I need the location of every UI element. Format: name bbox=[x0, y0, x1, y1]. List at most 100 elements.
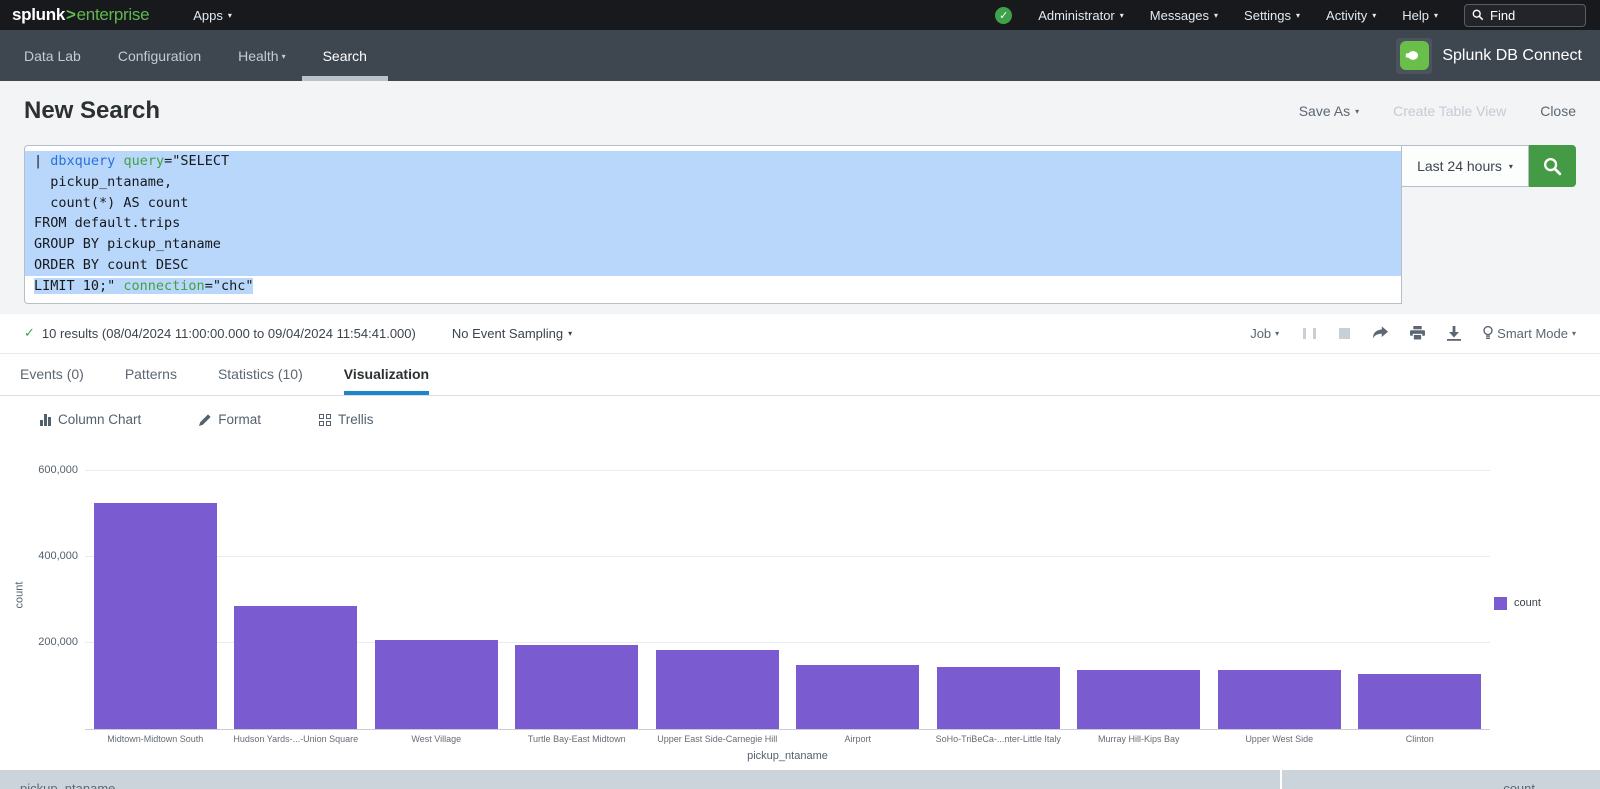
app-nav-bar: Data Lab Configuration Health ▾ Search S… bbox=[0, 30, 1600, 81]
print-icon[interactable] bbox=[1410, 326, 1425, 340]
nav-label: Search bbox=[323, 48, 367, 64]
apps-menu-label: Apps bbox=[193, 8, 223, 23]
messages-menu[interactable]: Messages ▾ bbox=[1150, 8, 1218, 23]
tab-patterns[interactable]: Patterns bbox=[125, 354, 177, 395]
x-axis-tick-label: Midtown-Midtown South bbox=[85, 734, 226, 744]
user-menu-label: Administrator bbox=[1038, 8, 1115, 23]
search-mode-label: Smart Mode bbox=[1497, 326, 1568, 341]
chart-legend[interactable]: count bbox=[1494, 597, 1541, 610]
bar[interactable] bbox=[375, 640, 498, 729]
nav-item-health[interactable]: Health ▾ bbox=[238, 30, 285, 81]
top-system-bar: splunk > enterprise Apps ▾ ✓ Administrat… bbox=[0, 0, 1600, 30]
nav-item-configuration[interactable]: Configuration bbox=[118, 30, 201, 81]
create-table-view-label: Create Table View bbox=[1393, 103, 1506, 119]
lightbulb-icon bbox=[1483, 326, 1493, 340]
bar[interactable] bbox=[796, 665, 919, 729]
nav-item-data-lab[interactable]: Data Lab bbox=[24, 30, 81, 81]
app-identity[interactable]: Splunk DB Connect bbox=[1396, 30, 1582, 81]
page-title: New Search bbox=[24, 97, 160, 125]
tab-label: Events (0) bbox=[20, 366, 84, 382]
messages-menu-label: Messages bbox=[1150, 8, 1209, 23]
close-button[interactable]: Close bbox=[1540, 103, 1576, 119]
search-mode-dropdown[interactable]: Smart Mode ▾ bbox=[1483, 326, 1576, 341]
bar[interactable] bbox=[656, 650, 779, 729]
export-download-icon[interactable] bbox=[1447, 326, 1461, 341]
bar[interactable] bbox=[94, 503, 217, 728]
settings-menu[interactable]: Settings ▾ bbox=[1244, 8, 1300, 23]
bar[interactable] bbox=[515, 645, 638, 729]
help-menu-label: Help bbox=[1402, 8, 1429, 23]
chevron-down-icon: ▾ bbox=[1372, 12, 1376, 20]
column-header-count[interactable]: count bbox=[1282, 770, 1600, 789]
settings-menu-label: Settings bbox=[1244, 8, 1291, 23]
trellis-button[interactable]: Trellis bbox=[319, 412, 374, 427]
chevron-down-icon: ▾ bbox=[1120, 12, 1124, 20]
stop-job-icon[interactable] bbox=[1339, 328, 1350, 339]
results-status-text: 10 results (08/04/2024 11:00:00.000 to 0… bbox=[42, 326, 416, 341]
chevron-down-icon: ▾ bbox=[1296, 12, 1300, 20]
chart-type-label: Column Chart bbox=[58, 412, 141, 427]
tab-statistics[interactable]: Statistics (10) bbox=[218, 354, 303, 395]
column-chart: 200,000400,000600,000countMidtown-Midtow… bbox=[0, 450, 1600, 762]
query-line: pickup_ntaname, bbox=[25, 172, 1401, 193]
trellis-label: Trellis bbox=[338, 412, 374, 427]
chevron-down-icon: ▾ bbox=[282, 53, 286, 61]
time-range-label: Last 24 hours bbox=[1417, 158, 1502, 174]
find-search-box[interactable] bbox=[1464, 4, 1586, 27]
nav-label: Health bbox=[238, 48, 278, 64]
event-sampling-dropdown[interactable]: No Event Sampling ▾ bbox=[452, 326, 572, 341]
activity-menu[interactable]: Activity ▾ bbox=[1326, 8, 1376, 23]
search-icon bbox=[1472, 9, 1484, 21]
event-sampling-label: No Event Sampling bbox=[452, 326, 563, 341]
format-label: Format bbox=[218, 412, 261, 427]
bar[interactable] bbox=[1077, 670, 1200, 729]
query-token: count(*) AS count bbox=[34, 195, 188, 211]
nav-item-search[interactable]: Search bbox=[323, 30, 367, 81]
pause-job-icon[interactable] bbox=[1301, 328, 1317, 339]
splunk-logo[interactable]: splunk > enterprise bbox=[12, 5, 149, 25]
create-table-view-button[interactable]: Create Table View bbox=[1393, 103, 1506, 119]
apps-menu[interactable]: Apps ▾ bbox=[193, 8, 232, 23]
query-token: pickup_ntaname, bbox=[34, 174, 172, 190]
activity-menu-label: Activity bbox=[1326, 8, 1367, 23]
x-axis-tick-label: Clinton bbox=[1350, 734, 1491, 744]
visualization-toolbar: Column Chart Format Trellis bbox=[0, 396, 1600, 444]
bar[interactable] bbox=[1358, 674, 1481, 728]
health-status-icon[interactable]: ✓ bbox=[995, 7, 1012, 24]
close-label: Close bbox=[1540, 103, 1576, 119]
chevron-down-icon: ▾ bbox=[1355, 108, 1359, 116]
chevron-down-icon: ▾ bbox=[1275, 330, 1279, 338]
statistics-table-header: pickup_ntaname count bbox=[0, 770, 1600, 789]
query-line: GROUP BY pickup_ntaname bbox=[25, 234, 1401, 255]
db-connect-plug-icon bbox=[1400, 41, 1429, 70]
search-query-editor[interactable]: | dbxquery query="SELECT pickup_ntaname,… bbox=[24, 145, 1402, 304]
nav-label: Data Lab bbox=[24, 48, 81, 64]
format-button[interactable]: Format bbox=[199, 412, 261, 427]
nav-label: Configuration bbox=[118, 48, 201, 64]
tab-visualization[interactable]: Visualization bbox=[344, 354, 429, 395]
x-axis-tick-label: Hudson Yards-...-Union Square bbox=[226, 734, 367, 744]
chart-type-button[interactable]: Column Chart bbox=[40, 412, 141, 427]
bar[interactable] bbox=[1218, 670, 1341, 728]
chevron-down-icon: ▾ bbox=[1509, 163, 1513, 171]
trellis-icon bbox=[319, 414, 331, 426]
user-menu[interactable]: Administrator ▾ bbox=[1038, 8, 1124, 23]
share-job-icon[interactable] bbox=[1372, 326, 1388, 340]
query-token: ="chc" bbox=[205, 278, 254, 294]
y-axis-tick-label: 600,000 bbox=[0, 464, 78, 476]
bar[interactable] bbox=[234, 606, 357, 729]
chevron-down-icon: ▾ bbox=[1214, 12, 1218, 20]
y-axis-title: count bbox=[13, 581, 25, 608]
column-header-label: pickup_ntaname bbox=[20, 781, 115, 789]
run-search-button[interactable] bbox=[1529, 145, 1576, 187]
job-menu[interactable]: Job ▾ bbox=[1250, 326, 1279, 341]
column-header-pickup-ntaname[interactable]: pickup_ntaname bbox=[0, 770, 1280, 789]
time-range-picker[interactable]: Last 24 hours ▾ bbox=[1402, 145, 1529, 187]
column-chart-icon bbox=[40, 414, 51, 426]
find-input[interactable] bbox=[1490, 8, 1570, 23]
save-as-button[interactable]: Save As ▾ bbox=[1299, 103, 1359, 119]
help-menu[interactable]: Help ▾ bbox=[1402, 8, 1438, 23]
y-axis-tick-label: 400,000 bbox=[0, 550, 78, 562]
bar[interactable] bbox=[937, 667, 1060, 728]
tab-events[interactable]: Events (0) bbox=[20, 354, 84, 395]
